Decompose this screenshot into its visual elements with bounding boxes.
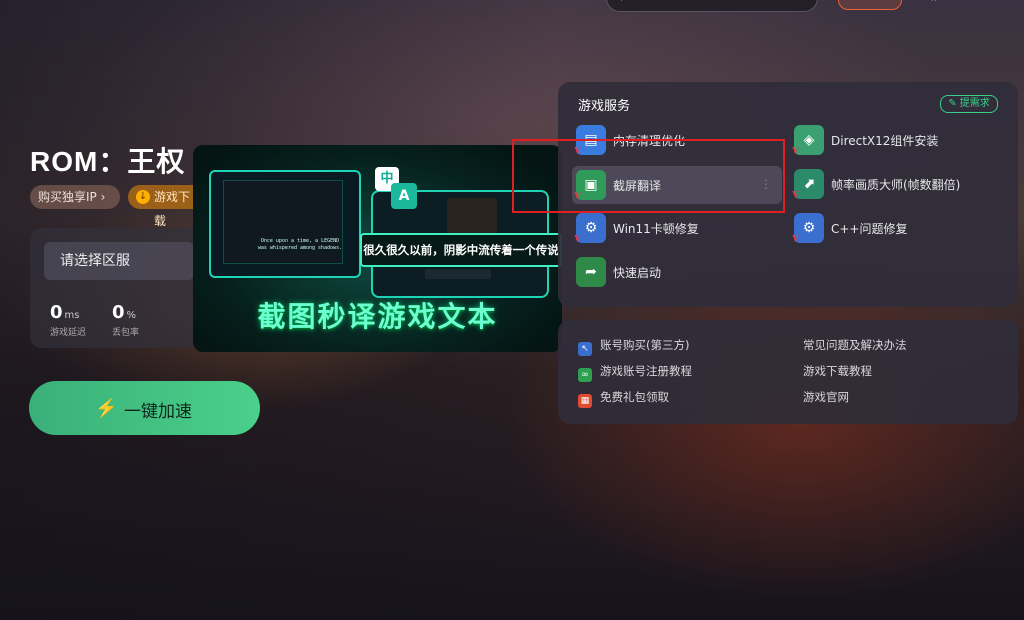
game-ui-bar xyxy=(425,269,491,279)
service-label: C++问题修复 xyxy=(831,222,908,236)
region-select[interactable]: 请选择区服 xyxy=(44,242,194,280)
region-card: 请选择区服 0 ms 游戏延迟 0% 丢包率 xyxy=(30,228,210,348)
win11-fix-icon: ⚙ V xyxy=(574,213,606,245)
latency-stat: 0 ms 游戏延迟 xyxy=(50,302,86,338)
source-text: Once upon a time, a LEGEND was whispered… xyxy=(257,238,343,251)
quick-launch-icon: ➦ xyxy=(576,257,606,287)
window-control-icon[interactable]: ⌗ xyxy=(930,0,938,6)
link-faq[interactable]: 常见问题及解决办法 xyxy=(803,337,907,353)
link-register-guide[interactable]: ∞ 游戏账号注册教程 xyxy=(578,363,692,382)
accelerate-label: 一键加速 xyxy=(124,402,192,421)
service-directx-install[interactable]: ◈ V DirectX12组件安装 xyxy=(792,125,994,157)
request-feature-button[interactable]: ✎ 提需求 xyxy=(940,95,998,113)
translated-subtitle: 很久很久以前，阴影中流传着一个传说 xyxy=(360,233,562,267)
service-label: DirectX12组件安装 xyxy=(831,134,939,148)
link-label: 免费礼包领取 xyxy=(600,390,669,404)
game-title: ROM：王权 xyxy=(30,146,186,177)
link-official-site[interactable]: 游戏官网 xyxy=(803,389,849,405)
latency-value: 0 xyxy=(50,302,63,323)
directx-install-icon: ◈ V xyxy=(792,125,824,157)
framerate-master-icon: ⬈ V xyxy=(792,169,824,201)
link-label: 游戏账号注册教程 xyxy=(600,364,692,378)
screenshot-translate-promo: Once upon a time, a LEGEND was whispered… xyxy=(193,145,562,352)
english-badge-icon: A xyxy=(391,183,417,209)
gift-icon: ▦ xyxy=(578,394,592,408)
game-scene-thumbnail xyxy=(447,198,497,234)
service-cpp-fix[interactable]: ⚙ V C++问题修复 xyxy=(792,213,994,245)
cpp-fix-icon: ⚙ V xyxy=(792,213,824,245)
link-free-gift[interactable]: ▦ 免费礼包领取 xyxy=(578,389,669,408)
search-box[interactable]: ⌕ xyxy=(606,0,818,12)
cart-icon: ↖ xyxy=(578,342,592,356)
service-label: 帧率画质大师(帧数翻倍) xyxy=(831,178,961,192)
request-feature-label: 提需求 xyxy=(959,98,990,109)
buy-ip-tag[interactable]: 购买独享IP › xyxy=(30,185,120,209)
packet-loss-stat: 0% 丢包率 xyxy=(112,302,139,338)
link-icon: ∞ xyxy=(578,368,592,382)
latency-label: 游戏延迟 xyxy=(50,328,87,338)
accelerate-button[interactable]: ⚡ 一键加速 xyxy=(29,381,260,435)
highlight-box xyxy=(512,139,785,213)
packet-loss-unit: % xyxy=(126,310,137,321)
link-label: 账号购买(第三方) xyxy=(600,338,690,352)
latency-unit: ms xyxy=(64,310,80,321)
service-quick-launch[interactable]: ➦ 快速启动 xyxy=(576,257,776,289)
service-label: Win11卡顿修复 xyxy=(613,222,699,236)
helpful-links-panel: ↖ 账号购买(第三方) ∞ 游戏账号注册教程 ▦ 免费礼包领取 常见问题及解决办法 游… xyxy=(558,320,1018,424)
packet-loss-label: 丢包率 xyxy=(112,328,140,338)
link-download-guide[interactable]: 游戏下载教程 xyxy=(803,363,872,379)
service-framerate-master[interactable]: ⬈ V 帧率画质大师(帧数翻倍) xyxy=(792,169,1014,201)
promo-headline: 截图秒译游戏文本 xyxy=(257,300,498,333)
services-title: 游戏服务 xyxy=(578,99,631,114)
link-account-purchase[interactable]: ↖ 账号购买(第三方) xyxy=(578,337,689,356)
packet-loss-value: 0 xyxy=(112,302,125,323)
service-win11-fix[interactable]: ⚙ V Win11卡顿修复 xyxy=(574,213,776,245)
service-label: 快速启动 xyxy=(613,266,662,280)
game-screenshot-original xyxy=(209,170,361,278)
lightning-icon: ⚡ xyxy=(95,398,118,418)
download-icon: ↓ xyxy=(136,190,150,204)
search-icon: ⌕ xyxy=(621,0,628,5)
top-action-button[interactable] xyxy=(838,0,902,10)
